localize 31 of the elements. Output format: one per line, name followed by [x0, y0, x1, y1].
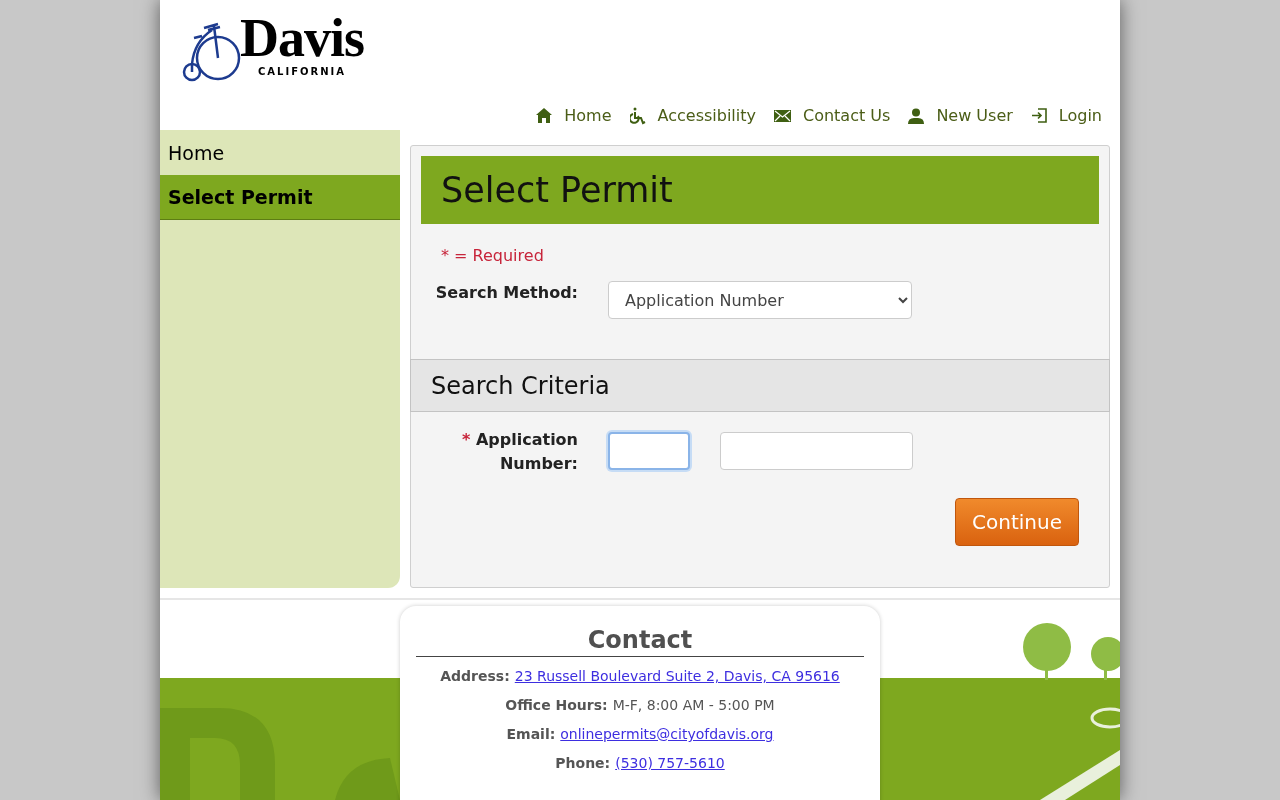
sidebar-item[interactable]: Home — [160, 130, 400, 175]
logo-wordmark: Davis — [240, 14, 364, 62]
user-icon — [908, 107, 925, 124]
section-header: Search Criteria — [410, 359, 1110, 412]
contact-label: Office Hours: — [505, 696, 608, 715]
contact-link[interactable]: onlinepermits@cityofdavis.org — [560, 724, 774, 744]
contact-label: Phone: — [555, 754, 611, 773]
page-title: Select Permit — [421, 156, 1099, 224]
field-label: Search Method: — [434, 282, 578, 304]
input-field[interactable] — [608, 432, 690, 470]
home-icon — [536, 108, 553, 123]
contact-label: Email: — [506, 725, 556, 744]
search-method-select[interactable]: Application Number — [608, 281, 912, 319]
logo-subtitle: CALIFORNIA — [257, 66, 346, 77]
input-field[interactable] — [720, 432, 913, 470]
field-label: * Application Number: — [461, 429, 578, 475]
contact-link[interactable]: (530) 757-5610 — [615, 753, 725, 773]
nav-link[interactable]: Accessibility — [629, 106, 756, 125]
wheelchair-icon — [629, 106, 646, 125]
contact-label: Address: — [440, 667, 510, 686]
contact-value: M-F, 8:00 AM - 5:00 PM — [612, 696, 775, 715]
nav-link[interactable]: Home — [536, 106, 612, 125]
sidebar-item[interactable]: Select Permit — [160, 175, 400, 220]
contact-title: Contact — [416, 626, 864, 657]
required-note: * = Required — [441, 246, 545, 265]
contact-link[interactable]: 23 Russell Boulevard Suite 2, Davis, CA 95616 — [514, 666, 840, 686]
nav-link[interactable]: Contact Us — [774, 106, 891, 125]
login-icon — [1030, 108, 1047, 123]
envelope-icon — [774, 109, 791, 122]
nav-link[interactable]: Login — [1030, 106, 1102, 125]
nav-link[interactable]: New User — [908, 106, 1013, 125]
